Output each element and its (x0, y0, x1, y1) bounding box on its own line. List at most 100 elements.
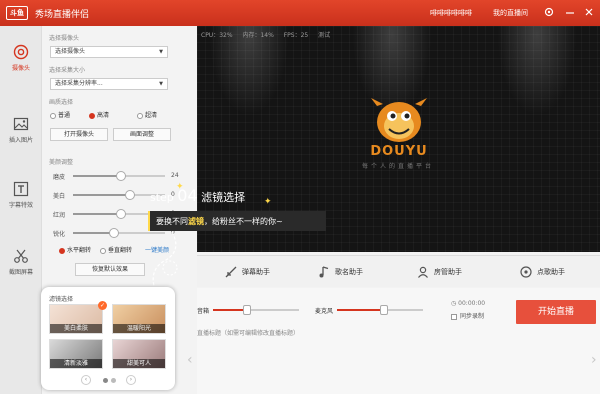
sidebar-item-label: 截图屏幕 (8, 269, 33, 276)
camera-select[interactable]: 选择摄像头 ▼ (50, 46, 168, 58)
mic-volume-knob[interactable] (380, 305, 389, 315)
tip-text-before: 要换不同 (156, 217, 188, 226)
live-timer: ◷ 00:00:00 (451, 300, 486, 307)
radio-label: 普通 (58, 112, 71, 119)
sidebar-item-text[interactable]: 字幕特效 (0, 181, 42, 209)
radio-dot (137, 112, 143, 119)
step-prefix: step (150, 191, 174, 204)
room-manager-assistant-button[interactable]: 房管助手 (417, 263, 462, 281)
page-dot[interactable] (103, 378, 108, 383)
slider-fill (73, 194, 131, 196)
flip-option[interactable]: 垂直翻转 (100, 245, 132, 254)
performance-stats: CPU：32% 内存：14% FPS：25 测试 (201, 30, 338, 39)
tip-text-after: ，给粉丝不一样的你~ (204, 217, 283, 226)
music-icon (318, 266, 330, 278)
sync-record-checkbox[interactable]: 同步录制 (451, 311, 484, 320)
step-title: step 04 滤镜选择 (150, 186, 245, 205)
step-number: 04 (177, 186, 198, 205)
stage-light (497, 26, 577, 116)
mic-volume-fill (337, 309, 385, 311)
filter-panel-title: 滤镜选择 (49, 296, 74, 303)
minimize-icon[interactable] (565, 7, 575, 20)
filter-thumb-sweet[interactable]: 甜美可人 (112, 339, 166, 369)
sidebar-item-label: 字幕特效 (8, 202, 33, 209)
my-live-room-link[interactable]: 我的直播间 (493, 8, 528, 18)
radio-label: 超清 (145, 112, 158, 119)
checkbox-box (451, 313, 457, 320)
title-bar: 斗鱼 秀场直播伴侣 啡啡啡啡啡啡 我的直播间 (0, 0, 600, 26)
sidebar-item-label: 插入图片 (8, 137, 33, 144)
close-icon[interactable] (584, 7, 594, 20)
user-name-link[interactable]: 啡啡啡啡啡啡 (430, 8, 472, 18)
app-title: 秀场直播伴侣 (35, 10, 90, 20)
radio-dot (89, 112, 95, 119)
slider-label: 红润 (53, 212, 66, 219)
slider-track[interactable] (73, 171, 165, 181)
chevron-right-icon[interactable]: › (591, 352, 597, 368)
chevron-left-icon[interactable]: ‹ (81, 375, 91, 385)
image-icon (0, 116, 42, 132)
sidebar-item-image[interactable]: 插入图片 (0, 116, 42, 144)
filter-thumb-fresh[interactable]: 清新淡雅 (49, 339, 103, 369)
radio-label: 水平翻转 (67, 247, 92, 254)
memory-stat: 内存：14% (242, 32, 274, 39)
slider-label: 美白 (53, 193, 66, 200)
adjust-picture-button[interactable]: 画面调整 (113, 128, 171, 141)
speaker-volume-slider[interactable] (213, 305, 299, 315)
quality-option-uhd[interactable]: 超清 (137, 110, 157, 119)
quality-option-normal[interactable]: 普通 (50, 110, 70, 119)
page-dot[interactable] (111, 378, 116, 383)
douyu-mascot-icon (357, 96, 441, 148)
mirror-option[interactable]: 水平翻转 (59, 245, 91, 254)
assistant-label: 点歌助手 (537, 268, 565, 276)
assistant-label: 弹幕助手 (242, 268, 270, 276)
speaker-volume-knob[interactable] (243, 305, 252, 315)
radio-dot (100, 247, 106, 254)
filter-thumb-warm[interactable]: 温暖阳光 (112, 304, 166, 334)
quality-option-hd[interactable]: 高清 (89, 110, 109, 119)
chevron-right-icon[interactable]: › (126, 375, 136, 385)
slider-knob[interactable] (109, 228, 120, 238)
filter-panel: 滤镜选择 美白柔肤 ✓ 温暖阳光 清新淡雅 甜美可人 ‹ › (41, 287, 175, 390)
slider-knob[interactable] (115, 209, 126, 219)
checkbox-label: 同步录制 (460, 313, 485, 320)
cpu-stat: CPU：32% (201, 32, 233, 39)
slider-fill (73, 232, 115, 234)
live-title-hint: 直播标题（如需可编辑修改直播标题） (197, 330, 300, 337)
chevron-down-icon: ▼ (159, 49, 163, 55)
slider-smooth[interactable]: 磨皮 24 (53, 171, 179, 181)
radio-label: 高清 (97, 112, 110, 119)
restore-default-button[interactable]: 恢复默认效果 (75, 263, 145, 276)
slider-knob[interactable] (115, 171, 126, 181)
app-logo: 斗鱼 (6, 6, 28, 20)
chevron-down-icon: ▼ (159, 81, 163, 87)
resolution-select-value: 选择采集分辨率... (55, 80, 103, 87)
filter-label: 美白柔肤 (50, 324, 102, 333)
settings-icon[interactable] (544, 7, 554, 20)
disc-icon (520, 266, 532, 278)
assistant-label: 房管助手 (434, 268, 462, 276)
scissors-icon (0, 248, 42, 264)
open-camera-button[interactable]: 打开摄像头 (50, 128, 108, 141)
filter-label: 甜美可人 (113, 359, 165, 368)
beauty-label: 美颜调整 (49, 159, 74, 166)
assistant-toolbar: 弹幕助手 歌名助手 房管助手 点歌助手 (197, 255, 600, 287)
filter-thumb-whitening[interactable]: 美白柔肤 (49, 304, 103, 334)
danmaku-assistant-button[interactable]: 弹幕助手 (225, 263, 270, 281)
resolution-select[interactable]: 选择采集分辨率... ▼ (50, 78, 168, 90)
slider-knob[interactable] (125, 190, 136, 200)
mic-label: 麦克风 (315, 308, 334, 315)
step-tip-box: 要换不同滤镜，给粉丝不一样的你~ (148, 211, 326, 231)
chevron-left-icon[interactable]: ‹ (187, 352, 193, 368)
slider-label: 磨皮 (53, 174, 66, 181)
camera-icon (0, 44, 42, 60)
song-request-assistant-button[interactable]: 点歌助手 (520, 263, 565, 281)
song-assistant-button[interactable]: 歌名助手 (318, 263, 363, 281)
start-live-button[interactable]: 开始直播 (516, 300, 596, 324)
sidebar-item-camera[interactable]: 摄像头 (0, 44, 42, 72)
slider-value: 24 (171, 172, 179, 179)
checkmark-icon: ✓ (98, 301, 107, 310)
sidebar-item-screenshot[interactable]: 截图屏幕 (0, 248, 42, 276)
mic-volume-slider[interactable] (337, 305, 423, 315)
assistant-label: 歌名助手 (335, 268, 363, 276)
